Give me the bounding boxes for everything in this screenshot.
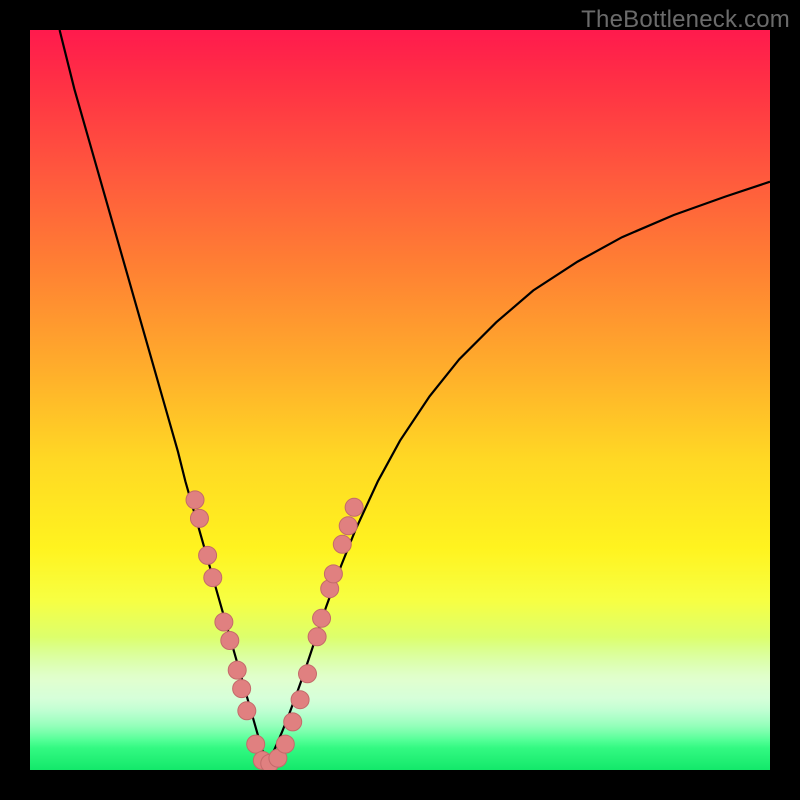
data-point [186,491,204,509]
data-point [345,498,363,516]
data-point [204,569,222,587]
data-point [247,735,265,753]
chart-frame: TheBottleneck.com [0,0,800,800]
plot-area [30,30,770,770]
data-point [276,735,294,753]
data-point [233,680,251,698]
data-point [228,661,246,679]
watermark-text: TheBottleneck.com [581,6,790,34]
data-point [313,609,331,627]
data-point [339,517,357,535]
data-point [190,509,208,527]
data-point [308,628,326,646]
data-point [199,546,217,564]
data-point [299,665,317,683]
data-point [333,535,351,553]
right-curve [267,182,770,765]
data-point [215,613,233,631]
data-point [284,713,302,731]
curve-layer [30,30,770,770]
data-point [221,632,239,650]
left-curve [60,30,267,765]
data-point [291,691,309,709]
data-point [238,702,256,720]
data-point [324,565,342,583]
data-points [186,491,363,770]
